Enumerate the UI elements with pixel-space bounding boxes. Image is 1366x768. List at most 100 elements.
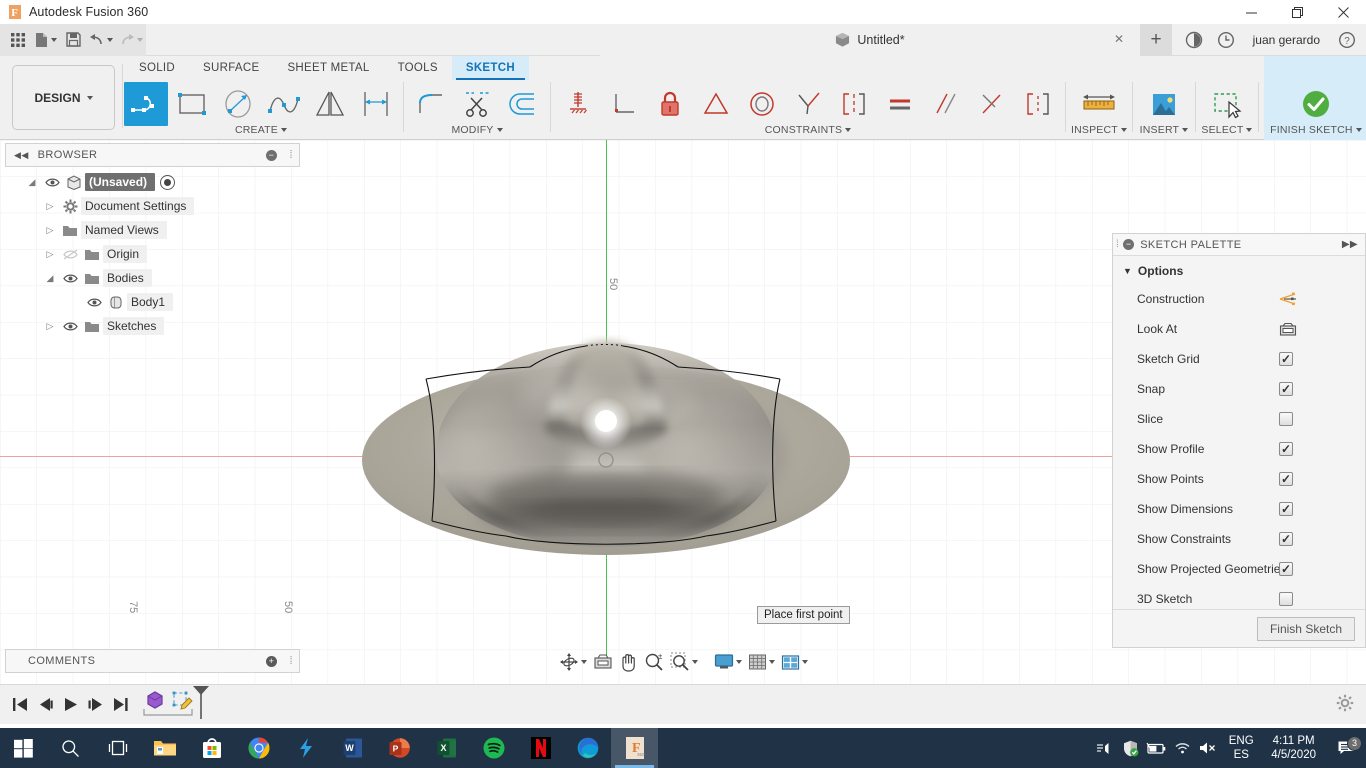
rectangle-tool-icon[interactable] xyxy=(170,82,214,126)
tree-item-body1[interactable]: Body1 xyxy=(5,290,300,314)
visibility-eye-icon[interactable] xyxy=(59,321,81,332)
timeline-marker[interactable] xyxy=(192,685,210,721)
select-window-icon[interactable] xyxy=(1201,82,1253,126)
visibility-eye-icon[interactable] xyxy=(59,273,81,284)
chevron-down-icon[interactable] xyxy=(1356,128,1362,132)
help-icon[interactable] xyxy=(1179,25,1209,55)
palette-row-sketch-grid[interactable]: Sketch Grid xyxy=(1113,344,1365,374)
tab-surface[interactable]: SURFACE xyxy=(189,56,273,80)
chevron-down-icon[interactable] xyxy=(802,660,808,664)
viewports-icon[interactable] xyxy=(778,650,811,674)
expand-arrow-right-icon[interactable]: ▷ xyxy=(41,249,59,260)
expand-arrow-right-icon[interactable]: ▷ xyxy=(41,225,59,236)
plus-circle-icon[interactable]: + xyxy=(266,656,277,667)
minus-circle-icon[interactable]: − xyxy=(266,150,277,161)
expand-arrow-right-icon[interactable]: ▷ xyxy=(41,201,59,212)
clock[interactable]: 4:11 PM 4/5/2020 xyxy=(1261,734,1326,762)
concentric-constraint-icon[interactable] xyxy=(740,82,784,126)
netflix-icon[interactable] xyxy=(517,728,564,768)
tree-item-unsaved[interactable]: ◢ (Unsaved) xyxy=(5,170,300,194)
volume-muted-icon[interactable] xyxy=(1195,728,1221,768)
palette-section-options[interactable]: ▼ Options xyxy=(1113,256,1365,284)
palette-row-show-projected-geometries[interactable]: Show Projected Geometries xyxy=(1113,554,1365,584)
fillet-tool-icon[interactable] xyxy=(409,82,453,126)
document-tab[interactable]: Untitled* ✕ xyxy=(600,24,1140,56)
search-icon[interactable] xyxy=(47,728,94,768)
language-indicator[interactable]: ENG ES xyxy=(1221,734,1261,762)
show-points-checkbox[interactable] xyxy=(1279,472,1293,486)
undo-icon[interactable] xyxy=(86,26,116,54)
workspace-selector[interactable]: DESIGN xyxy=(12,65,115,130)
minimize-button[interactable] xyxy=(1228,0,1274,24)
wifi-icon[interactable] xyxy=(1169,728,1195,768)
midpoint-constraint-icon[interactable] xyxy=(970,82,1014,126)
panel-grip[interactable]: ⁞ xyxy=(290,149,293,161)
palette-row-show-constraints[interactable]: Show Constraints xyxy=(1113,524,1365,554)
construction-geometry-icon[interactable] xyxy=(1279,292,1297,306)
look-at-icon[interactable] xyxy=(590,650,616,674)
mirror-tool-icon[interactable] xyxy=(308,82,352,126)
palette-row-construction[interactable]: Construction xyxy=(1113,284,1365,314)
snap-checkbox[interactable] xyxy=(1279,382,1293,396)
spotify-icon[interactable] xyxy=(470,728,517,768)
show-profile-checkbox[interactable] xyxy=(1279,442,1293,456)
input-indicator-icon[interactable] xyxy=(1091,728,1117,768)
sketch-grid-checkbox[interactable] xyxy=(1279,352,1293,366)
panel-grip[interactable]: ⁞ xyxy=(290,655,293,667)
jump-to-beginning-icon[interactable] xyxy=(8,690,33,720)
notification-icon[interactable]: 3 xyxy=(1326,740,1366,757)
palette-row-snap[interactable]: Snap xyxy=(1113,374,1365,404)
edge-icon[interactable] xyxy=(564,728,611,768)
look-at-camera-icon[interactable] xyxy=(1279,322,1297,337)
orbit-icon[interactable] xyxy=(556,650,590,674)
finish-sketch-button[interactable]: Finish Sketch xyxy=(1257,617,1355,641)
save-icon[interactable] xyxy=(60,26,86,54)
visibility-eye-icon[interactable] xyxy=(83,297,105,308)
finish-sketch-check-icon[interactable] xyxy=(1294,82,1338,126)
sketch-dimension-icon[interactable] xyxy=(354,82,398,126)
new-file-icon[interactable] xyxy=(31,26,60,54)
circle-tool-icon[interactable] xyxy=(216,82,260,126)
file-explorer-icon[interactable] xyxy=(141,728,188,768)
new-tab-button[interactable]: + xyxy=(1140,24,1172,56)
offset-tool-icon[interactable] xyxy=(501,82,545,126)
expand-arrow-down-icon[interactable]: ◢ xyxy=(41,273,59,284)
comments-panel-header[interactable]: COMMENTS + ⁞ xyxy=(5,649,300,673)
security-shield-icon[interactable] xyxy=(1117,728,1143,768)
chevron-down-icon[interactable] xyxy=(581,660,587,664)
maximize-button[interactable] xyxy=(1274,0,1320,24)
show-projected-geometries-checkbox[interactable] xyxy=(1279,562,1293,576)
chrome-icon[interactable] xyxy=(235,728,282,768)
start-button[interactable] xyxy=(0,728,47,768)
history-icon[interactable] xyxy=(1211,25,1241,55)
fusion360-icon[interactable]: F 360 xyxy=(611,728,658,768)
spline-tool-icon[interactable] xyxy=(262,82,306,126)
zoom-icon[interactable]: ± xyxy=(641,650,667,674)
expand-arrow-right-icon[interactable]: ▷ xyxy=(41,321,59,332)
lightning-icon[interactable] xyxy=(282,728,329,768)
tab-solid[interactable]: SOLID xyxy=(125,56,189,80)
perpendicular-constraint-icon[interactable] xyxy=(602,82,646,126)
show-dimensions-checkbox[interactable] xyxy=(1279,502,1293,516)
word-icon[interactable]: W xyxy=(329,728,376,768)
insert-image-icon[interactable] xyxy=(1138,82,1190,126)
redo-icon[interactable] xyxy=(116,26,146,54)
measure-ruler-icon[interactable] xyxy=(1073,82,1125,126)
activate-component-radio[interactable] xyxy=(160,175,175,190)
task-view-icon[interactable] xyxy=(94,728,141,768)
timeline-settings-gear-icon[interactable] xyxy=(1336,694,1354,715)
jump-to-end-icon[interactable] xyxy=(108,690,133,720)
chevron-down-icon[interactable] xyxy=(692,660,698,664)
symmetry-constraint-icon[interactable] xyxy=(832,82,876,126)
display-settings-icon[interactable] xyxy=(711,650,745,674)
lock-constraint-icon[interactable] xyxy=(648,82,692,126)
chevron-down-icon[interactable] xyxy=(281,128,287,132)
zoom-window-icon[interactable] xyxy=(667,650,701,674)
battery-icon[interactable] xyxy=(1143,728,1169,768)
app-grid-icon[interactable] xyxy=(5,26,31,54)
grid-snaps-icon[interactable] xyxy=(745,650,778,674)
chevron-down-icon[interactable] xyxy=(1246,128,1252,132)
pan-hand-icon[interactable] xyxy=(616,650,641,674)
chevron-down-icon[interactable] xyxy=(769,660,775,664)
expand-right-icon[interactable]: ▶▶ xyxy=(1342,239,1358,250)
